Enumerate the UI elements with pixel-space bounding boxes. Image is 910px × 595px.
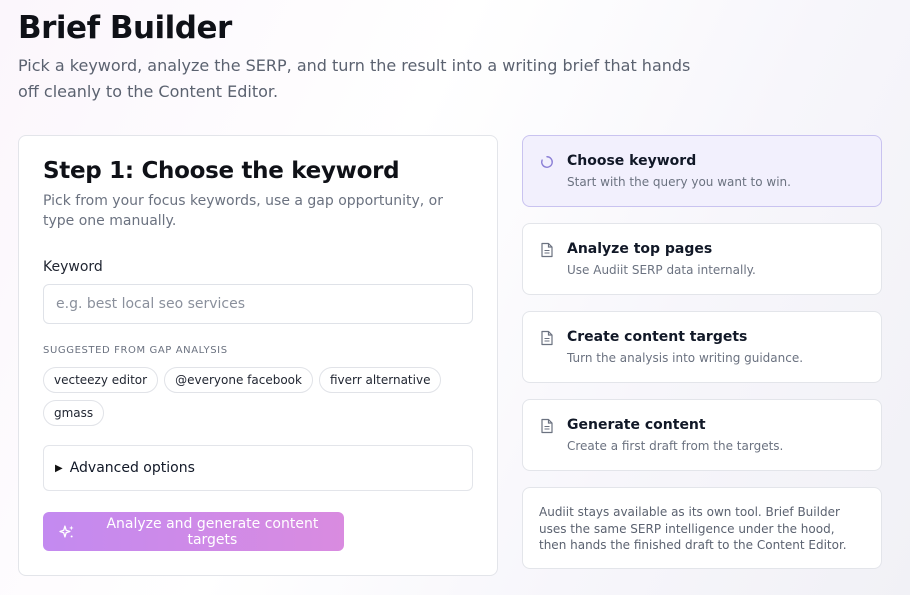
step-generate-content[interactable]: Generate content Create a first draft fr… (522, 399, 882, 471)
triangle-right-icon: ▶ (55, 462, 63, 474)
keyword-input[interactable] (43, 284, 473, 324)
keyword-label: Keyword (43, 259, 103, 275)
analyze-button[interactable]: Analyze and generate content targets (43, 512, 344, 551)
suggestions-heading: SUGGESTED FROM GAP ANALYSIS (43, 345, 228, 356)
document-icon (541, 418, 553, 434)
analyze-button-label: Analyze and generate content targets (106, 515, 319, 548)
audiit-info-note: Audiit stays available as its own tool. … (522, 487, 882, 569)
suggestion-chips: vecteezy editor @everyone facebook fiver… (43, 367, 483, 426)
step-item-description: Use Audiit SERP data internally. (567, 263, 756, 277)
step-item-title: Choose keyword (567, 153, 697, 169)
step-item-title: Generate content (567, 417, 706, 433)
document-icon (541, 242, 553, 258)
step-item-title: Analyze top pages (567, 241, 713, 257)
step-description: Pick from your focus keywords, use a gap… (43, 193, 444, 229)
step-item-description: Create a first draft from the targets. (567, 439, 784, 453)
step-title: Step 1: Choose the keyword (43, 158, 400, 184)
suggestion-chip[interactable]: vecteezy editor (43, 367, 159, 393)
sparkles-icon (59, 524, 74, 538)
page-title: Brief Builder (18, 10, 232, 46)
step-item-title: Create content targets (567, 329, 748, 345)
step-create-content-targets[interactable]: Create content targets Turn the analysis… (522, 311, 882, 383)
step-analyze-top-pages[interactable]: Analyze top pages Use Audiit SERP data i… (522, 223, 882, 295)
advanced-options-toggle[interactable]: ▶ Advanced options (43, 445, 473, 491)
step-item-description: Start with the query you want to win. (567, 175, 791, 189)
spinner-icon (541, 156, 553, 168)
suggestion-chip[interactable]: @everyone facebook (164, 367, 313, 393)
suggestion-chip[interactable]: fiverr alternative (318, 367, 442, 393)
keyword-step-card: Step 1: Choose the keyword Pick from you… (18, 135, 498, 576)
advanced-options-label: Advanced options (69, 460, 195, 476)
step-item-description: Turn the analysis into writing guidance. (567, 351, 804, 365)
page-subtitle: Pick a keyword, analyze the SERP, and tu… (18, 56, 691, 101)
document-icon (541, 330, 553, 346)
suggestion-chip[interactable]: gmass (43, 400, 105, 426)
step-choose-keyword[interactable]: Choose keyword Start with the query you … (522, 135, 882, 207)
